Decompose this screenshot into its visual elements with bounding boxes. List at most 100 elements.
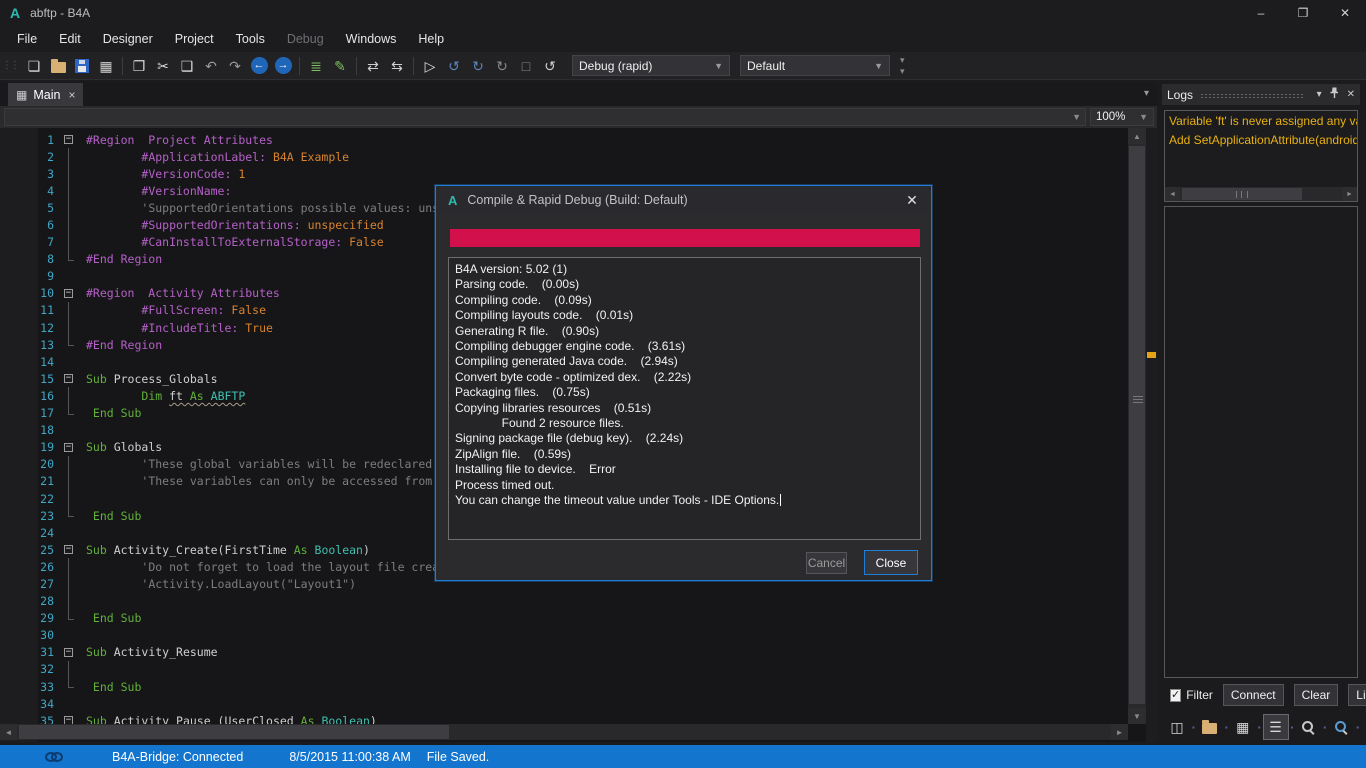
code-line-2[interactable]: 2 #ApplicationLabel: B4A Example <box>0 148 1128 165</box>
connect-button[interactable]: Connect <box>1223 684 1284 706</box>
new-file-button[interactable]: ❏ <box>22 54 46 78</box>
scrollbar-thumb[interactable] <box>19 725 449 739</box>
editor-vertical-scrollbar[interactable]: ▲ ▼ <box>1128 128 1146 724</box>
editor-zoom-dropdown[interactable]: 100% ▼ <box>1090 108 1154 126</box>
toolbar-separator <box>122 57 123 75</box>
fold-toggle-icon[interactable]: − <box>62 439 80 456</box>
toolbar-overflow-icon[interactable]: ▾▾ <box>900 55 905 77</box>
code-line-30[interactable]: 30 <box>0 627 1128 644</box>
fold-toggle-icon[interactable]: − <box>62 644 80 661</box>
logs-panel-header[interactable]: Logs ▾ ✕ <box>1162 84 1360 105</box>
close-button[interactable]: Close <box>864 550 918 575</box>
designer-sync-left-button[interactable]: ⇄ <box>361 54 385 78</box>
list-devices-button[interactable]: List Devices <box>1348 684 1366 706</box>
undo-button[interactable]: ↶ <box>199 54 223 78</box>
close-button[interactable]: ✕ <box>1324 0 1366 26</box>
scroll-right-icon[interactable]: ► <box>1111 724 1128 740</box>
warning-marker[interactable] <box>1147 352 1156 358</box>
build-config-value: Debug (rapid) <box>579 59 652 73</box>
step-into-button[interactable]: ↺ <box>442 54 466 78</box>
code-line-28[interactable]: 28 <box>0 593 1128 610</box>
tab-list-chevron-icon[interactable]: ▾ <box>1144 88 1149 99</box>
editor-horizontal-scrollbar[interactable]: ◄ ► <box>0 724 1128 740</box>
build-config-dropdown[interactable]: Debug (rapid) ▼ <box>572 55 730 76</box>
menu-edit[interactable]: Edit <box>48 28 92 50</box>
modules-pane-button[interactable]: ▦ <box>1230 714 1256 740</box>
member-selector-dropdown[interactable]: ▼ <box>4 108 1086 126</box>
fold-guide <box>62 473 80 490</box>
compile-log-box[interactable]: B4A version: 5.02 (1)Parsing code. (0.00… <box>448 257 921 540</box>
pin-icon[interactable] <box>1329 87 1340 102</box>
dialog-close-icon[interactable]: ✕ <box>903 192 921 209</box>
minimize-button[interactable]: – <box>1240 0 1282 26</box>
code-line-32[interactable]: 32 <box>0 661 1128 678</box>
fold-guide <box>62 353 80 370</box>
dialog-title-bar[interactable]: A Compile & Rapid Debug (Build: Default) <box>436 186 931 214</box>
code-line-1[interactable]: 1−#Region Project Attributes <box>0 131 1128 148</box>
scroll-up-icon[interactable]: ▲ <box>1128 128 1146 144</box>
modules-button[interactable]: ▦ <box>94 54 118 78</box>
scrollbar-thumb[interactable] <box>1129 146 1145 704</box>
compile-log-line: Generating R file. (0.90s) <box>455 324 914 339</box>
fold-toggle-icon[interactable]: − <box>62 131 80 148</box>
menu-tools[interactable]: Tools <box>225 28 276 50</box>
compile-log-line: Process timed out. <box>455 478 914 493</box>
code-line-3[interactable]: 3 #VersionCode: 1 <box>0 165 1128 182</box>
stop-button[interactable]: □ <box>514 54 538 78</box>
code-line-31[interactable]: 31−Sub Activity_Resume <box>0 644 1128 661</box>
paste-button[interactable]: ❑ <box>175 54 199 78</box>
step-over-button[interactable]: ↻ <box>466 54 490 78</box>
tab-main[interactable]: ▦ Main × <box>8 83 83 106</box>
cut-button[interactable]: ✂ <box>151 54 175 78</box>
scroll-left-icon[interactable]: ◄ <box>1165 187 1180 201</box>
navigate-back-icon: ← <box>251 57 268 74</box>
restart-button[interactable]: ↺ <box>538 54 562 78</box>
code-line-34[interactable]: 34 <box>0 695 1128 712</box>
menu-file[interactable]: File <box>6 28 48 50</box>
format-code-button[interactable]: ≣ <box>304 54 328 78</box>
save-button[interactable] <box>70 54 94 78</box>
menu-designer[interactable]: Designer <box>92 28 164 50</box>
designer-sync-right-button[interactable]: ⇆ <box>385 54 409 78</box>
open-project-button[interactable] <box>46 54 70 78</box>
menu-project[interactable]: Project <box>164 28 225 50</box>
search-results-pane-button[interactable] <box>1328 714 1354 740</box>
navigate-forward-button[interactable]: → <box>271 54 295 78</box>
scroll-down-icon[interactable]: ▼ <box>1128 708 1146 724</box>
clear-button[interactable]: Clear <box>1294 684 1339 706</box>
code-line-29[interactable]: 29 End Sub <box>0 610 1128 627</box>
scrollbar-thumb[interactable] <box>1182 188 1302 200</box>
panel-close-icon[interactable]: ✕ <box>1347 89 1355 100</box>
fold-guide <box>62 216 80 233</box>
comment-code-button[interactable]: ✎ <box>328 54 352 78</box>
scroll-left-icon[interactable]: ◄ <box>0 724 17 740</box>
build-profile-dropdown[interactable]: Default ▼ <box>740 55 890 76</box>
restore-button[interactable]: ❐ <box>1282 0 1324 26</box>
scroll-right-icon[interactable]: ► <box>1342 187 1357 201</box>
code-text: #Region Activity Attributes <box>86 286 280 300</box>
logs-output-area[interactable] <box>1164 206 1358 678</box>
fold-toggle-icon[interactable]: − <box>62 541 80 558</box>
redo-button[interactable]: ↷ <box>223 54 247 78</box>
menu-windows[interactable]: Windows <box>335 28 408 50</box>
tab-close-icon[interactable]: × <box>68 88 75 102</box>
warnings-box: Variable 'ft' is never assigned any valu… <box>1164 110 1358 202</box>
cancel-button[interactable]: Cancel <box>806 552 847 574</box>
code-line-33[interactable]: 33 End Sub <box>0 678 1128 695</box>
files-pane-button[interactable] <box>1197 714 1223 740</box>
step-out-button[interactable]: ↻ <box>490 54 514 78</box>
logs-pane-button[interactable]: ☰ <box>1263 714 1289 740</box>
toolbar-grip[interactable]: ⋮⋮ <box>2 60 18 71</box>
copy-button[interactable]: ❐ <box>127 54 151 78</box>
panel-menu-chevron-icon[interactable]: ▾ <box>1317 89 1322 100</box>
navigate-back-button[interactable]: ← <box>247 54 271 78</box>
warnings-horizontal-scrollbar[interactable]: ◄ ► <box>1165 187 1357 201</box>
fold-toggle-icon[interactable]: − <box>62 370 80 387</box>
filter-checkbox[interactable]: ✓ <box>1170 689 1181 702</box>
menu-help[interactable]: Help <box>407 28 455 50</box>
find-pane-button[interactable] <box>1295 714 1321 740</box>
libraries-pane-button[interactable]: ◫ <box>1164 714 1190 740</box>
run-button[interactable]: ▷ <box>418 54 442 78</box>
menu-debug[interactable]: Debug <box>276 28 335 50</box>
fold-toggle-icon[interactable]: − <box>62 285 80 302</box>
